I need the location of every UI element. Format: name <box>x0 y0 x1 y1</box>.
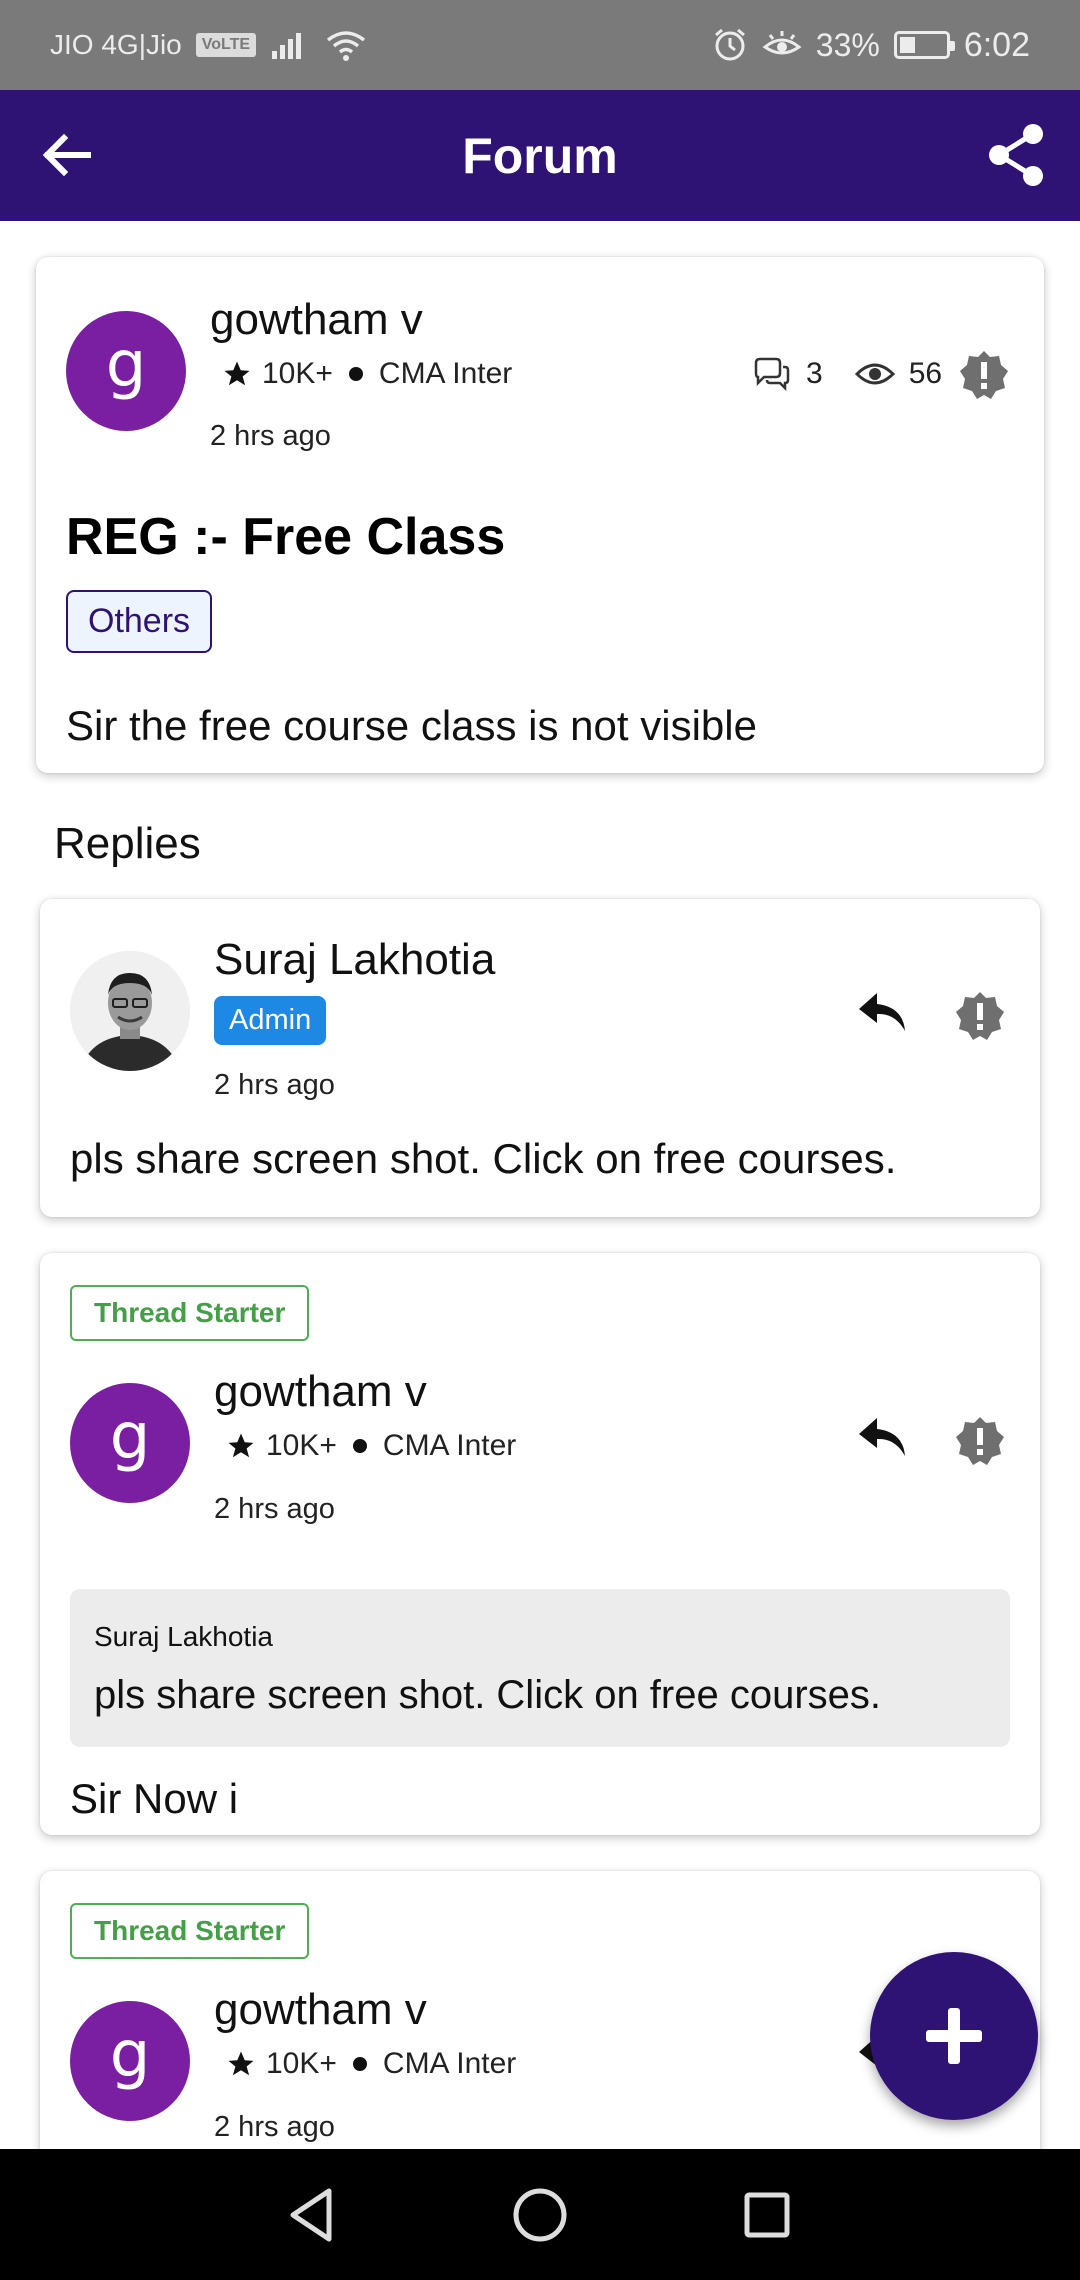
wifi-icon <box>326 31 366 61</box>
status-right: 33% 6:02 <box>712 26 1030 65</box>
status-bar: JIO 4G|Jio VoLTE 33% 6:02 <box>0 0 1080 90</box>
add-reply-button[interactable] <box>870 1952 1038 2120</box>
volte-badge: VoLTE <box>195 33 257 57</box>
post-time: 2 hrs ago <box>210 420 331 452</box>
star-icon <box>228 1433 254 1458</box>
separator-dot <box>352 2057 367 2071</box>
signal-icon <box>272 33 302 59</box>
course: CMA Inter <box>382 2047 517 2080</box>
author-name[interactable]: gowtham v <box>214 1985 427 2035</box>
admin-badge: Admin <box>214 996 327 1045</box>
eye-comfort-icon <box>762 31 802 55</box>
carrier-label: JIO 4G|Jio <box>50 29 182 60</box>
separator-dot <box>348 367 363 381</box>
comments-icon <box>754 357 790 391</box>
thread-starter-badge: Thread Starter <box>70 1903 310 1959</box>
avatar[interactable]: g <box>70 2001 190 2121</box>
reply-icon[interactable] <box>855 1414 911 1462</box>
reply-card: Suraj Lakhotia Admin 2 hrs ago pls share… <box>40 899 1040 1217</box>
author-meta: 10K+ CMA Inter <box>226 1429 516 1463</box>
back-triangle-icon[interactable] <box>281 2183 345 2247</box>
post-stats: 3 56 <box>752 357 942 391</box>
system-nav-bar <box>0 2149 1080 2280</box>
report-icon[interactable] <box>958 349 1010 401</box>
quoted-reply[interactable]: Suraj Lakhotia pls share screen shot. Cl… <box>70 1589 1010 1747</box>
arrow-left-icon[interactable] <box>38 126 96 184</box>
alarm-icon <box>714 28 745 61</box>
post-card: g gowtham v 10K+ CMA Inter 2 hrs ago 3 5… <box>36 257 1044 773</box>
app-bar: Forum <box>0 90 1080 221</box>
quote-text: pls share screen shot. Click on free cou… <box>94 1673 882 1717</box>
reply-body: pls share screen shot. Click on free cou… <box>70 1135 897 1182</box>
reply-icon[interactable] <box>855 989 911 1037</box>
reply-time: 2 hrs ago <box>214 1493 335 1525</box>
separator-dot <box>352 1439 367 1453</box>
page-title: Forum <box>462 127 618 184</box>
forum-content[interactable]: g gowtham v 10K+ CMA Inter 2 hrs ago 3 5… <box>0 221 1080 2149</box>
battery-icon <box>893 31 955 59</box>
category-tag[interactable]: Others <box>66 590 213 653</box>
star-icon <box>224 361 250 386</box>
points: 10K+ <box>262 357 333 390</box>
reply-time: 2 hrs ago <box>214 2111 335 2143</box>
quote-author: Suraj Lakhotia <box>94 1621 274 1652</box>
replies-heading: Replies <box>54 819 201 868</box>
star-icon <box>228 2051 254 2076</box>
recents-square-icon[interactable] <box>735 2183 799 2247</box>
author-name[interactable]: Suraj Lakhotia <box>214 935 495 985</box>
course: CMA Inter <box>382 1429 517 1462</box>
report-icon[interactable] <box>954 1415 1006 1467</box>
reply-card: Thread Starter g gowtham v 10K+ CMA Inte… <box>40 1253 1040 1835</box>
reply-body: Sir Now i <box>70 1775 239 1822</box>
avatar[interactable]: g <box>70 1383 190 1503</box>
eye-icon <box>854 363 895 385</box>
points: 10K+ <box>266 1429 337 1462</box>
report-icon[interactable] <box>954 990 1006 1042</box>
home-circle-icon[interactable] <box>508 2183 572 2247</box>
battery-fill <box>899 37 915 53</box>
replies-count: 3 <box>806 357 823 390</box>
points: 10K+ <box>266 2047 337 2080</box>
post-body: Sir the free course class is not visible <box>66 702 757 749</box>
author-meta: 10K+ CMA Inter <box>226 2047 516 2081</box>
user-photo <box>70 951 190 1071</box>
course: CMA Inter <box>378 357 513 390</box>
avatar[interactable] <box>70 951 190 1071</box>
author-name[interactable]: gowtham v <box>210 295 423 345</box>
reply-time: 2 hrs ago <box>214 1069 335 1101</box>
post-title: REG :- Free Class <box>66 508 506 566</box>
author-name[interactable]: gowtham v <box>214 1367 427 1417</box>
plus-icon <box>926 2008 982 2064</box>
status-left: JIO 4G|Jio VoLTE <box>50 28 368 62</box>
author-meta: 10K+ CMA Inter <box>222 357 512 391</box>
avatar[interactable]: g <box>66 311 186 431</box>
clock: 6:02 <box>963 25 1030 64</box>
battery-percent: 33% <box>815 26 880 63</box>
thread-starter-badge: Thread Starter <box>70 1285 310 1341</box>
share-icon[interactable] <box>986 122 1046 188</box>
views-count: 56 <box>908 357 943 390</box>
